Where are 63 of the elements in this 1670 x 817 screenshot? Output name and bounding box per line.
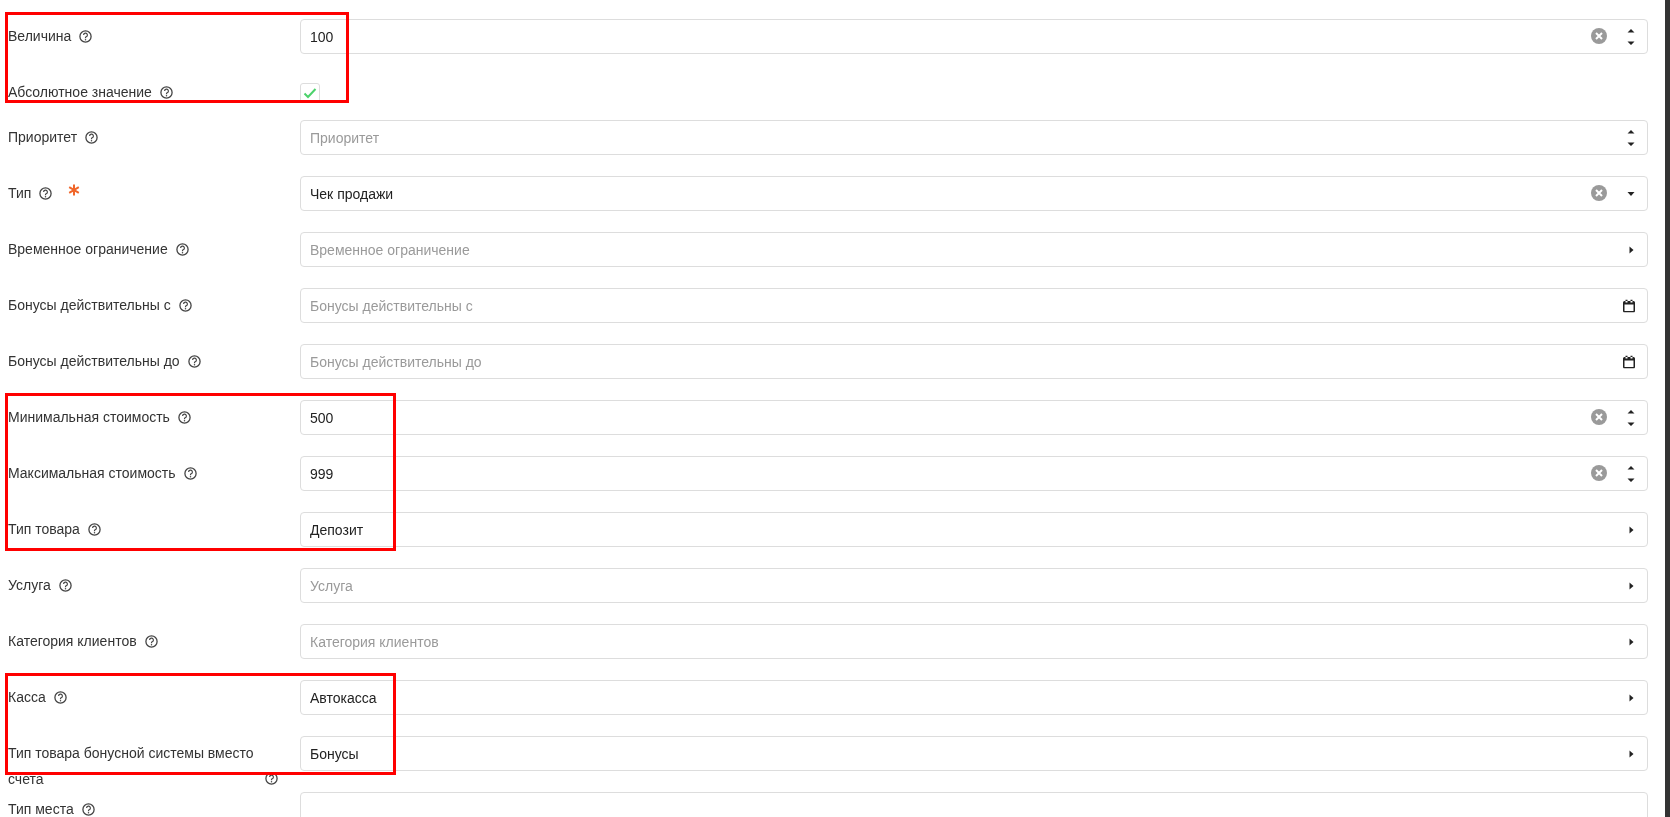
input-field[interactable]: Автокасса [300,680,1648,715]
input-field[interactable]: Временное ограничение [300,232,1648,267]
field-label: Тип [8,184,32,203]
checkbox[interactable] [300,82,320,103]
field-label: Касса [8,688,46,707]
field-label: Временное ограничение [8,240,168,259]
help-icon[interactable] [159,86,173,99]
spinner-icon[interactable] [1627,464,1635,483]
clear-icon[interactable] [1591,185,1607,201]
help-icon[interactable] [81,803,95,816]
spinner-icon[interactable] [1627,27,1635,46]
help-icon[interactable] [39,187,53,200]
help-icon[interactable] [79,30,93,43]
input-field[interactable] [300,792,1648,817]
caret-right-icon[interactable] [1629,581,1634,590]
field-label: Минимальная стоимость [8,408,170,427]
spinner-icon[interactable] [1627,128,1635,147]
help-icon[interactable] [58,579,72,592]
spinner-icon[interactable] [1627,408,1635,427]
help-icon[interactable] [177,411,191,424]
input-field[interactable]: 100 [300,19,1648,54]
help-icon[interactable] [144,635,158,648]
caret-down-icon[interactable] [1627,191,1635,196]
input-field[interactable]: Приоритет [300,120,1648,155]
help-icon[interactable] [178,299,192,312]
clear-icon[interactable] [1591,465,1607,481]
field-label: Максимальная стоимость [8,464,176,483]
field-label: Тип товара [8,520,80,539]
caret-right-icon[interactable] [1629,245,1634,254]
input-field[interactable]: Бонусы действительны с [300,288,1648,323]
input-field[interactable]: Бонусы действительны до [300,344,1648,379]
field-label: Услуга [8,576,51,595]
field-label: Приоритет [8,128,78,147]
calendar-icon[interactable] [1623,299,1635,312]
field-label: Абсолютное значение [8,83,152,102]
input-field[interactable]: Чек продажи [300,176,1648,211]
input-field[interactable]: Услуга [300,568,1648,603]
help-icon[interactable] [87,523,101,536]
field-label: Бонусы действительны до [8,352,180,371]
caret-right-icon[interactable] [1629,749,1634,758]
input-field[interactable]: Бонусы [300,736,1648,771]
help-icon[interactable] [85,131,99,144]
input-field[interactable]: 500 [300,400,1648,435]
help-icon[interactable] [175,243,189,256]
clear-icon[interactable] [1591,28,1607,44]
input-field[interactable]: 999 [300,456,1648,491]
field-label: Тип места [8,800,74,817]
help-icon[interactable] [187,355,201,368]
field-label: Бонусы действительны с [8,296,171,315]
help-icon[interactable] [53,691,67,704]
caret-right-icon[interactable] [1629,693,1634,702]
caret-right-icon[interactable] [1629,637,1634,646]
scrollbar[interactable] [1665,0,1670,817]
clear-icon[interactable] [1591,409,1607,425]
input-field[interactable]: Категория клиентов [300,624,1648,659]
field-label: Величина [8,27,72,46]
input-field[interactable]: Депозит [300,512,1648,547]
calendar-icon[interactable] [1623,355,1635,368]
help-icon[interactable] [183,467,197,480]
field-label: Категория клиентов [8,632,137,651]
help-icon[interactable] [265,772,278,785]
caret-right-icon[interactable] [1629,525,1634,534]
field-label: Тип товара бонусной системы вместо счета [8,744,255,789]
